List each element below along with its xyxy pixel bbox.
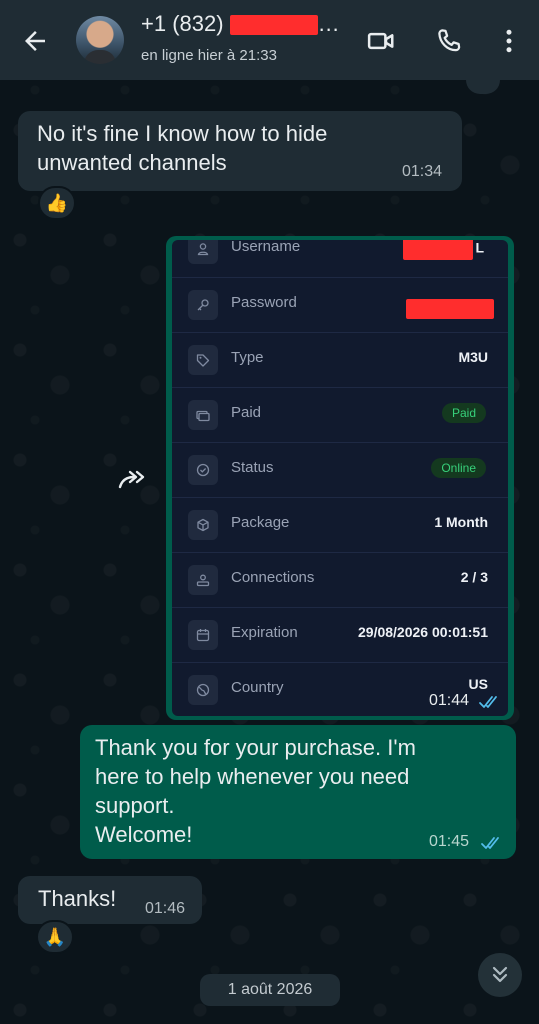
row-expiration: Expiration 29/08/2026 00:01:51 [172,607,508,662]
redaction-mark [406,299,494,319]
key-icon [188,290,218,320]
contact-name[interactable]: +1 (832) … [141,11,340,37]
row-value: 1 Month [434,514,488,530]
reaction-thumbs-up[interactable]: 👍 [38,186,76,220]
online-badge: Online [431,458,486,478]
row-password: Password [172,277,508,332]
row-type: Type M3U [172,332,508,387]
message-time: 01:45 [429,833,470,850]
row-label: Status [231,459,274,476]
row-label: Country [231,679,284,696]
message-text: Thanks! [38,886,117,911]
redaction-mark [229,15,318,36]
row-label: Username [231,240,301,255]
paid-badge: Paid [441,403,486,423]
globe-icon [188,675,218,705]
date-separator: 1 août 2026 [200,974,340,1006]
row-value: 2 / 3 [460,569,488,585]
users-icon [188,565,218,595]
message-time: 01:34 [402,163,443,180]
row-value: 29/08/2026 00:01:51 [358,624,488,640]
row-label: Package [231,514,290,531]
message-time: 01:44 [429,692,470,709]
outgoing-image-message[interactable]: Username L Password Type M3U Paid Paid S… [166,236,514,720]
box-icon [188,510,218,540]
money-icon [188,400,218,430]
incoming-message[interactable]: Thanks! 01:46 [18,876,202,924]
message-text: Thank you for your purchase. I'm here to… [95,735,416,847]
calendar-icon [188,620,218,650]
contact-name-text: +1 (832) [141,11,224,36]
redaction-mark [403,240,474,260]
row-label: Type [231,349,264,366]
outgoing-message[interactable]: Thank you for your purchase. I'm here to… [80,725,516,859]
account-details-card: Username L Password Type M3U Paid Paid S… [172,240,508,716]
check-circle-icon [188,455,218,485]
row-paid: Paid Paid [172,387,508,442]
last-seen-status: en ligne hier à 21:33 [141,47,277,64]
row-label: Paid [231,404,262,421]
reaction-praying-hands[interactable]: 🙏 [36,920,74,954]
incoming-message[interactable]: No it's fine I know how to hide unwanted… [18,111,462,191]
row-username: Username L [172,240,508,277]
row-status: Status Online [172,442,508,497]
read-receipt-icon [479,696,497,708]
video-call-icon[interactable] [366,26,396,56]
row-value: L [403,240,484,260]
row-connections: Connections 2 / 3 [172,552,508,607]
row-value: M3U [458,349,488,365]
row-value: US [468,676,488,692]
message-text: No it's fine I know how to hide unwanted… [37,121,328,175]
ellipsis: … [317,11,340,36]
more-vert-icon[interactable] [494,26,524,56]
row-label: Password [231,294,297,311]
read-receipt-icon [481,837,499,849]
message-time: 01:46 [145,900,186,917]
double-chevron-down-icon [492,966,508,983]
row-package: Package 1 Month [172,497,508,552]
chat-header: +1 (832) … en ligne hier à 21:33 [0,0,539,80]
scroll-to-bottom-button[interactable] [478,953,522,997]
forward-icon[interactable] [116,467,148,495]
user-icon [188,240,218,264]
back-arrow-icon[interactable] [20,26,50,56]
row-label: Connections [231,569,315,586]
tag-icon [188,345,218,375]
avatar[interactable] [76,16,124,64]
phone-icon[interactable] [434,26,464,56]
row-label: Expiration [231,624,298,641]
